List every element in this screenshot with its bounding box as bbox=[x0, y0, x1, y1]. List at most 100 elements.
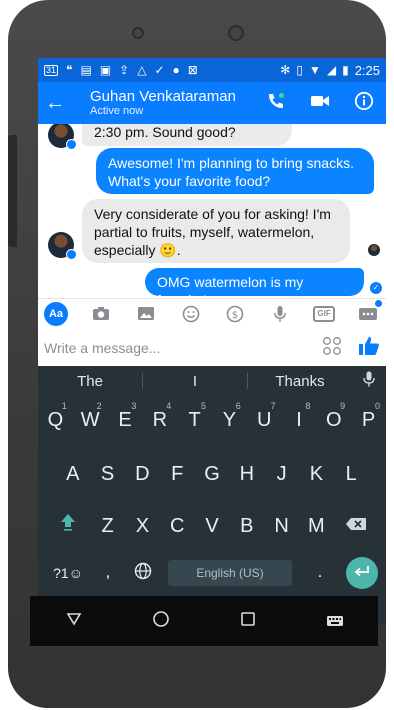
keyboard-switch-icon[interactable] bbox=[315, 611, 355, 632]
message-thread: 2:30 pm. Sound good? Awesome! I'm planni… bbox=[38, 124, 386, 298]
dollar-icon[interactable]: $ bbox=[223, 302, 247, 326]
key-k[interactable]: K bbox=[299, 454, 334, 494]
system-navigation-bar bbox=[30, 596, 378, 646]
key-hint: 8 bbox=[305, 401, 311, 411]
key-l[interactable]: L bbox=[334, 454, 369, 494]
wifi-icon: ▼ bbox=[308, 63, 321, 77]
message-input-row bbox=[38, 330, 386, 366]
battery-icon: ▮ bbox=[342, 63, 349, 77]
suggestion-1[interactable]: The bbox=[38, 373, 142, 390]
keyboard-row-3: Z X C V B N M bbox=[38, 506, 386, 546]
key-hint: 3 bbox=[131, 401, 137, 411]
signal-icon: ◢ bbox=[326, 63, 337, 77]
key-o[interactable]: O9 bbox=[316, 400, 351, 440]
chat-icon: ● bbox=[172, 63, 180, 77]
key-w[interactable]: W2 bbox=[73, 400, 108, 440]
voice-call-icon[interactable] bbox=[266, 91, 286, 116]
key-u[interactable]: U7 bbox=[247, 400, 282, 440]
key-label: Q bbox=[47, 409, 64, 431]
key-h[interactable]: H bbox=[229, 454, 264, 494]
key-label: U bbox=[256, 409, 272, 431]
key-t[interactable]: T5 bbox=[177, 400, 212, 440]
key-r[interactable]: R4 bbox=[142, 400, 177, 440]
thumbs-up-icon[interactable] bbox=[358, 336, 380, 361]
message-bubble-outgoing[interactable]: Awesome! I'm planning to bring snacks. W… bbox=[96, 148, 374, 194]
voice-input-icon[interactable] bbox=[352, 371, 386, 391]
conversation-header: ← Guhan Venkataraman Active now bbox=[38, 82, 386, 124]
key-label: E bbox=[118, 409, 132, 431]
camera-icon[interactable] bbox=[89, 302, 113, 326]
avatar[interactable] bbox=[48, 124, 77, 150]
message-bubble-incoming[interactable]: 2:30 pm. Sound good? bbox=[82, 124, 292, 146]
hangouts-icon: ❝ bbox=[66, 63, 73, 77]
key-c[interactable]: C bbox=[160, 506, 195, 546]
suggestion-strip: The I Thanks bbox=[38, 366, 386, 396]
emoji-icon[interactable] bbox=[179, 302, 203, 326]
text-format-button[interactable]: Aa bbox=[44, 301, 68, 326]
svg-text:$: $ bbox=[232, 310, 238, 321]
key-v[interactable]: V bbox=[195, 506, 230, 546]
key-g[interactable]: G bbox=[195, 454, 230, 494]
back-triangle-icon[interactable] bbox=[54, 611, 94, 632]
back-arrow-icon[interactable]: ← bbox=[38, 92, 72, 115]
key-a[interactable]: A bbox=[55, 454, 90, 494]
comma-key[interactable]: , bbox=[90, 564, 126, 582]
key-d[interactable]: D bbox=[125, 454, 160, 494]
keyboard-row-4: ?1☺ , English (US) . bbox=[38, 556, 386, 590]
video-call-icon[interactable] bbox=[310, 93, 330, 114]
key-q[interactable]: Q1 bbox=[38, 400, 73, 440]
screen: 31 ❝ ▤ ▣ ⇪ △ ✓ ● ⊠ ✻ ▯ ▼ ◢ ▮ 2:25 ← Guha… bbox=[38, 58, 386, 624]
backspace-key-icon[interactable] bbox=[334, 506, 378, 546]
side-button bbox=[8, 135, 17, 247]
suggestion-2[interactable]: I bbox=[143, 373, 247, 390]
keyboard-row-1: Q1 W2 E3 R4 T5 Y6 U7 I8 O9 P0 bbox=[38, 400, 386, 440]
shift-key-icon[interactable] bbox=[46, 506, 90, 546]
message-bubble-incoming[interactable]: Very considerate of you for asking! I'm … bbox=[82, 199, 350, 263]
calendar-day: 31 bbox=[46, 64, 57, 75]
key-p[interactable]: P0 bbox=[351, 400, 386, 440]
gallery-icon[interactable] bbox=[134, 302, 158, 326]
key-label: I bbox=[296, 409, 302, 431]
enter-key-icon[interactable] bbox=[346, 557, 378, 589]
key-i[interactable]: I8 bbox=[282, 400, 317, 440]
drive-icon: △ bbox=[137, 63, 147, 77]
key-label: T bbox=[188, 409, 201, 431]
soft-keyboard: The I Thanks Q1 W2 E3 R4 T5 Y6 U7 I8 O9 … bbox=[38, 366, 386, 624]
key-j[interactable]: J bbox=[264, 454, 299, 494]
key-x[interactable]: X bbox=[125, 506, 160, 546]
suggestion-3[interactable]: Thanks bbox=[248, 373, 352, 390]
key-hint: 9 bbox=[340, 401, 346, 411]
symbols-key[interactable]: ?1☺ bbox=[46, 565, 90, 581]
key-label: O bbox=[326, 409, 342, 431]
key-hint: 6 bbox=[235, 401, 241, 411]
contact-info[interactable]: Guhan Venkataraman Active now bbox=[90, 88, 236, 118]
image-icon: ▣ bbox=[99, 63, 112, 77]
key-b[interactable]: B bbox=[229, 506, 264, 546]
space-bar[interactable]: English (US) bbox=[168, 560, 292, 586]
key-s[interactable]: S bbox=[90, 454, 125, 494]
message-bubble-outgoing[interactable]: OMG watermelon is my favorite! bbox=[145, 268, 364, 298]
key-hint: 0 bbox=[374, 401, 380, 411]
keyboard-row-2: A S D F G H J K L bbox=[38, 454, 386, 494]
presence-status: Active now bbox=[90, 105, 144, 117]
info-icon[interactable] bbox=[354, 91, 374, 116]
message-input[interactable] bbox=[44, 340, 284, 356]
emoji-picker-icon[interactable] bbox=[322, 336, 342, 361]
key-n[interactable]: N bbox=[264, 506, 299, 546]
key-e[interactable]: E3 bbox=[108, 400, 143, 440]
key-f[interactable]: F bbox=[160, 454, 195, 494]
key-m[interactable]: M bbox=[299, 506, 334, 546]
recents-square-icon[interactable] bbox=[228, 611, 268, 632]
home-circle-icon[interactable] bbox=[141, 610, 181, 633]
key-y[interactable]: Y6 bbox=[212, 400, 247, 440]
period-key[interactable]: . bbox=[300, 564, 340, 582]
globe-icon[interactable] bbox=[126, 562, 160, 585]
mic-icon[interactable] bbox=[268, 302, 292, 326]
vibrate-icon: ▯ bbox=[296, 63, 303, 77]
avatar[interactable] bbox=[48, 232, 77, 260]
key-z[interactable]: Z bbox=[90, 506, 125, 546]
more-icon[interactable] bbox=[356, 299, 382, 326]
messenger-badge-icon bbox=[66, 249, 77, 260]
gif-icon[interactable]: GIF bbox=[313, 305, 336, 322]
key-hint: 5 bbox=[200, 401, 206, 411]
